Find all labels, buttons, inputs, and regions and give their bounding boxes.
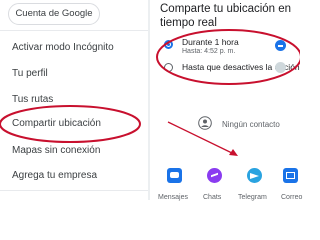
highlight-ellipse-options [156, 29, 300, 85]
annotation-overlay [0, 29, 300, 156]
annotation-arrow-line [167, 121, 235, 155]
highlight-ellipse-menu [0, 105, 141, 143]
